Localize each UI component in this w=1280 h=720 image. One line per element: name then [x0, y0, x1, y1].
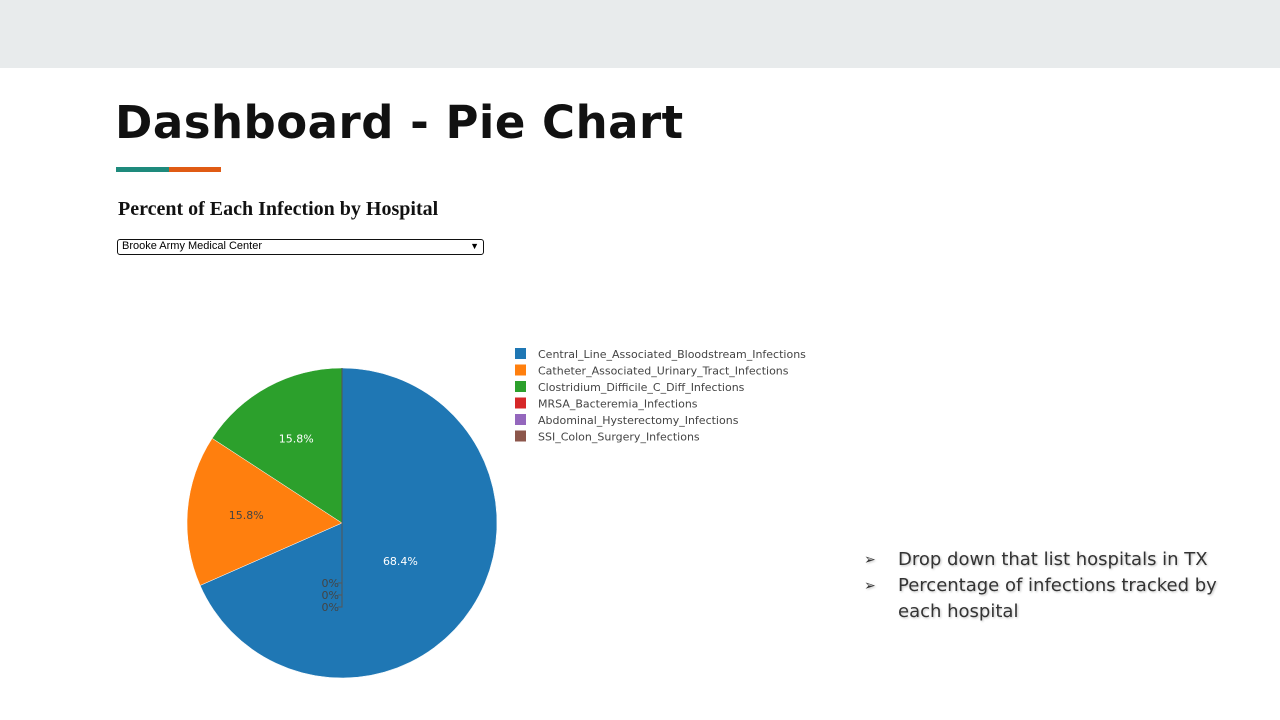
legend-swatch: [515, 381, 526, 392]
legend-entry: Abdominal_Hysterectomy_Infections: [538, 414, 739, 427]
legend-entry: SSI_Colon_Surgery_Infections: [538, 431, 700, 444]
bullet-text: Percentage of infections tracked by each…: [898, 575, 1217, 622]
slice-label: 15.8%: [279, 432, 314, 445]
bullet-item: ➢ Drop down that list hospitals in TX: [864, 547, 1234, 573]
arrow-bullet-icon: ➢: [864, 552, 876, 568]
legend-entry: MRSA_Bacteremia_Infections: [538, 398, 698, 411]
legend-swatch: [515, 397, 526, 409]
legend-swatch: [515, 414, 526, 425]
bullet-item: ➢ Percentage of infections tracked by eac…: [864, 573, 1234, 625]
bullet-list: ➢ Drop down that list hospitals in TX ➢ Pe…: [864, 547, 1234, 625]
slice-label: 68.4%: [383, 555, 418, 568]
legend-entry: Clostridium_Difficile_C_Diff_Infections: [538, 381, 745, 394]
slice-label: 0%: [322, 601, 339, 614]
legend-entry: Central_Line_Associated_Bloodstream_Infe…: [538, 348, 806, 361]
legend-swatch: [515, 364, 526, 376]
legend-swatch: [515, 348, 526, 359]
slice-label: 15.8%: [229, 509, 264, 522]
arrow-bullet-icon: ➢: [864, 578, 876, 594]
legend-swatch: [515, 430, 526, 442]
bullet-text: Drop down that list hospitals in TX: [898, 549, 1208, 570]
legend-entry: Catheter_Associated_Urinary_Tract_Infect…: [538, 365, 789, 378]
